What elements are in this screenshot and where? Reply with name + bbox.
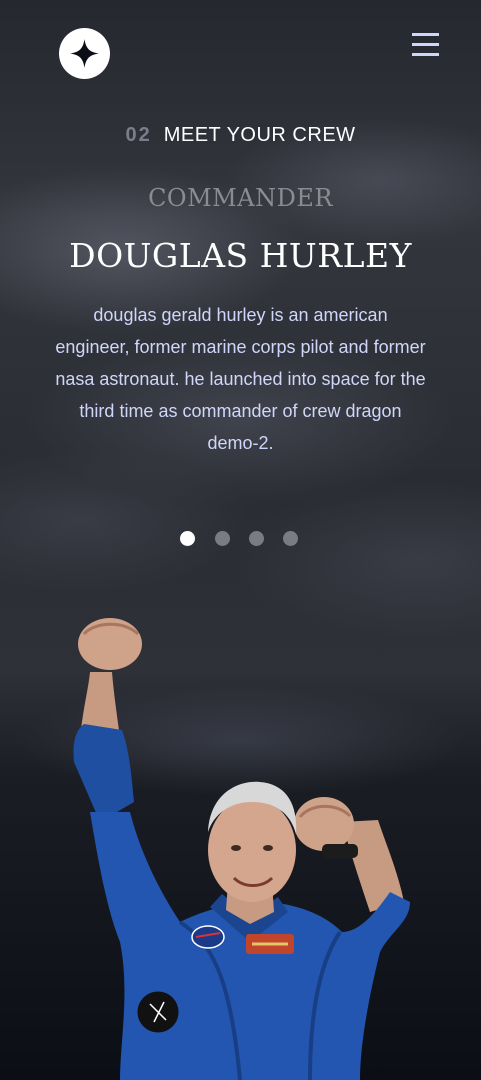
crew-photo: [73, 618, 410, 1080]
logo-icon[interactable]: [59, 28, 110, 79]
section-number: 02: [125, 124, 152, 146]
crew-name: DOUGLAS HURLEY: [69, 236, 412, 275]
crew-dot-4[interactable]: [283, 531, 298, 546]
star-icon: [70, 39, 99, 68]
hamburger-menu-icon[interactable]: [412, 33, 439, 57]
crew-pagination: [180, 531, 300, 547]
section-heading: 02 MEET YOUR CREW: [0, 124, 481, 147]
section-title: MEET YOUR CREW: [163, 124, 356, 146]
crew-role: COMMANDER: [148, 184, 333, 212]
crew-dot-1[interactable]: [180, 531, 195, 546]
crew-dot-3[interactable]: [249, 531, 264, 546]
crew-bio: douglas gerald hurley is an american eng…: [55, 305, 426, 453]
crew-dot-2[interactable]: [215, 531, 230, 546]
